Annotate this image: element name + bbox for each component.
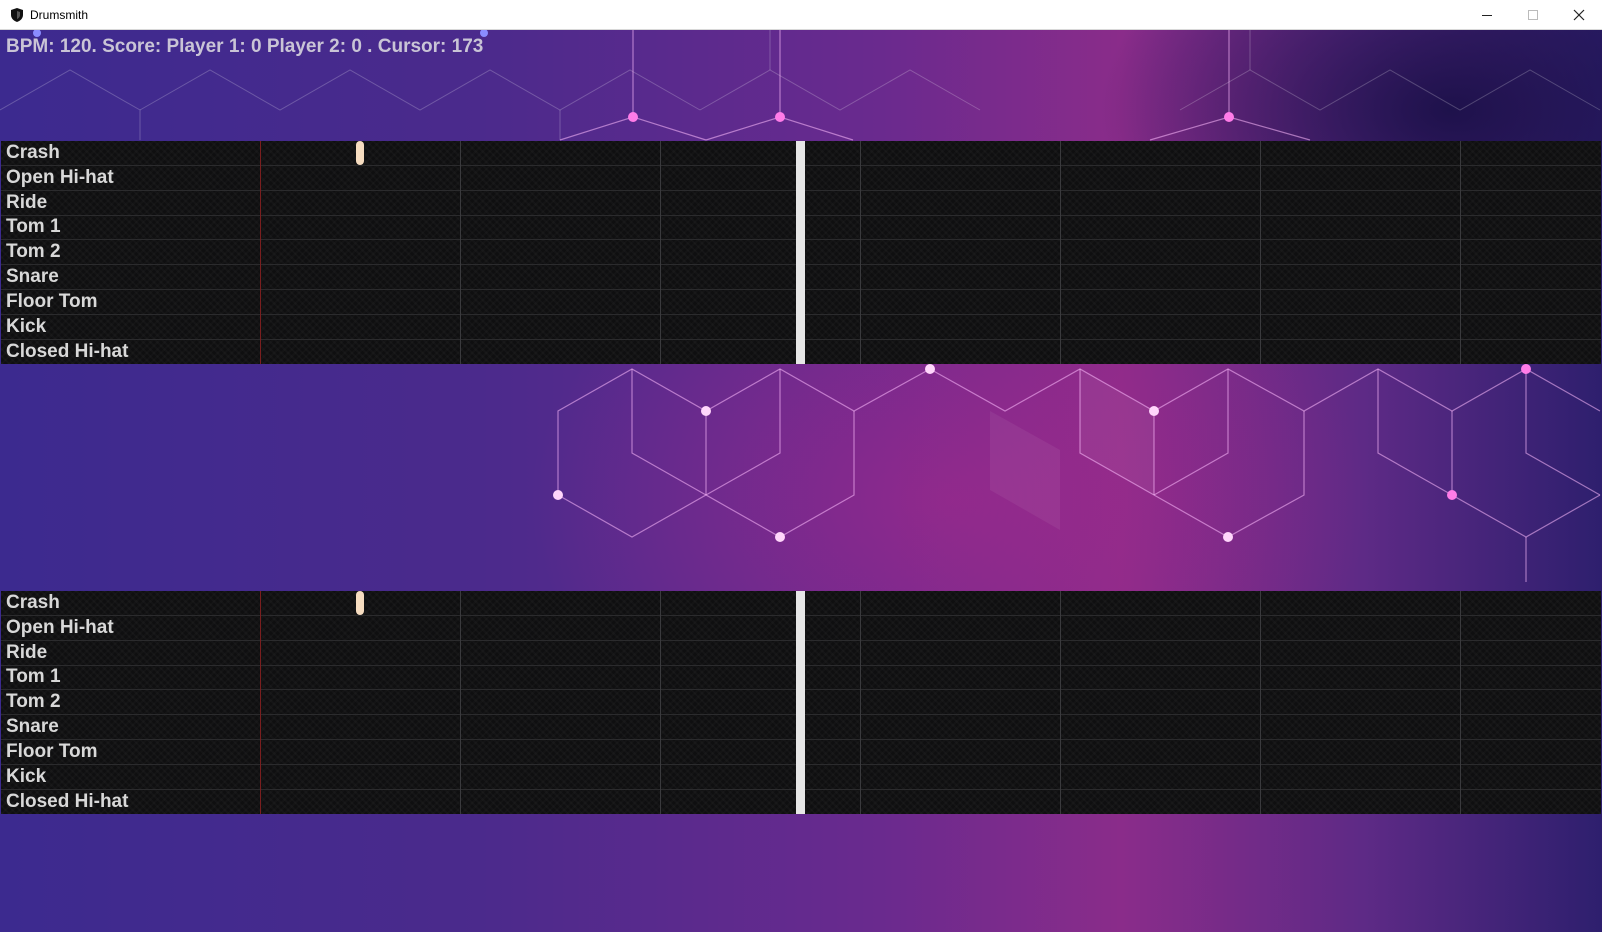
minimize-button[interactable] (1464, 0, 1510, 30)
lane-label-tom-1: Tom 1 (6, 666, 61, 687)
player-2-track[interactable]: Crash Open Hi-hat Ride Tom 1 Tom 2 Snare… (1, 591, 1601, 814)
lane-label-tom-2: Tom 2 (6, 241, 61, 262)
game-stage: BPM: 120. Score: Player 1: 0 Player 2: 0… (0, 30, 1602, 932)
lane-label-tom-1: Tom 1 (6, 216, 61, 237)
lane-label-floor-tom: Floor Tom (6, 291, 98, 312)
lane-label-kick: Kick (6, 766, 47, 787)
close-icon (1573, 9, 1585, 21)
lane-label-snare: Snare (6, 266, 59, 287)
note-crash (356, 141, 364, 165)
maximize-icon (1528, 10, 1538, 20)
playhead (796, 591, 805, 814)
lane-label-closed-hihat: Closed Hi-hat (6, 791, 129, 812)
lane-label-tom-2: Tom 2 (6, 691, 61, 712)
lane-label-open-hihat: Open Hi-hat (6, 167, 114, 188)
status-readout: BPM: 120. Score: Player 1: 0 Player 2: 0… (6, 36, 484, 57)
title-bar: Drumsmith (0, 0, 1602, 30)
minimize-icon (1482, 15, 1492, 16)
lane-label-crash: Crash (6, 592, 60, 613)
lane-label-ride: Ride (6, 192, 48, 213)
player-1-track[interactable]: Crash Open Hi-hat Ride Tom 1 Tom 2 Snare… (1, 141, 1601, 364)
maximize-button[interactable] (1510, 0, 1556, 30)
lane-label-snare: Snare (6, 716, 59, 737)
note-crash (356, 591, 364, 615)
playhead (796, 141, 805, 364)
window-title: Drumsmith (30, 8, 89, 22)
lane-label-closed-hihat: Closed Hi-hat (6, 341, 129, 362)
lane-label-ride: Ride (6, 642, 48, 663)
shield-icon (9, 7, 25, 23)
close-button[interactable] (1556, 0, 1602, 30)
lane-label-crash: Crash (6, 142, 60, 163)
lane-label-floor-tom: Floor Tom (6, 741, 98, 762)
lane-label-open-hihat: Open Hi-hat (6, 617, 114, 638)
lane-label-kick: Kick (6, 316, 47, 337)
